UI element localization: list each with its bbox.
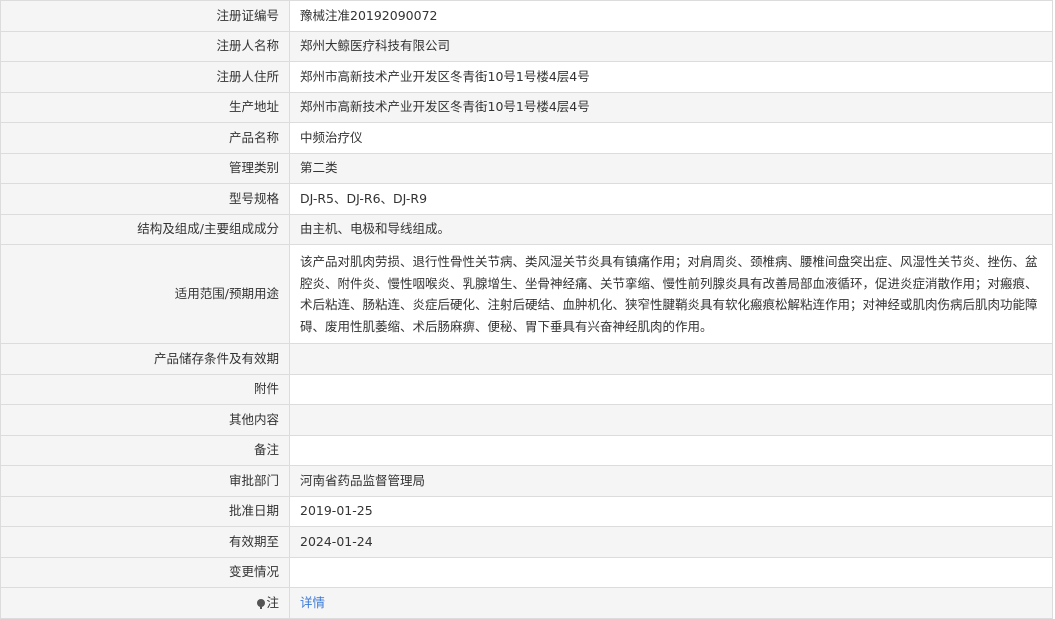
table-row: 产品名称 中频治疗仪 (0, 122, 1053, 154)
table-row: 管理类别 第二类 (0, 152, 1053, 184)
field-value: 2024-01-24 (289, 526, 1053, 558)
table-row: 其他内容 (0, 404, 1053, 436)
field-label: 审批部门 (0, 465, 290, 497)
table-row: 结构及组成/主要组成成分 由主机、电极和导线组成。 (0, 213, 1053, 245)
table-row: 注册证编号 豫械注准20192090072 (0, 0, 1053, 32)
table-row: 有效期至 2024-01-24 (0, 526, 1053, 558)
field-value (289, 434, 1053, 466)
table-row: 注册人住所 郑州市高新技术产业开发区冬青街10号1号楼4层4号 (0, 61, 1053, 93)
table-row: 注册人名称 郑州大鲸医疗科技有限公司 (0, 30, 1053, 62)
field-value: 豫械注准20192090072 (289, 0, 1053, 32)
pin-icon (257, 598, 266, 609)
table-row: 变更情况 (0, 556, 1053, 588)
field-label: 产品储存条件及有效期 (0, 343, 290, 375)
field-label: 结构及组成/主要组成成分 (0, 213, 290, 245)
field-value: 郑州市高新技术产业开发区冬青街10号1号楼4层4号 (289, 91, 1053, 123)
field-value (289, 556, 1053, 588)
note-label-cell: 注 (0, 587, 290, 619)
field-label: 管理类别 (0, 152, 290, 184)
field-label: 附件 (0, 373, 290, 405)
detail-link[interactable]: 详情 (300, 595, 325, 610)
table-row: 型号规格 DJ-R5、DJ-R6、DJ-R9 (0, 183, 1053, 215)
table-row: 生产地址 郑州市高新技术产业开发区冬青街10号1号楼4层4号 (0, 91, 1053, 123)
field-label: 批准日期 (0, 495, 290, 527)
field-label: 有效期至 (0, 526, 290, 558)
field-value: 郑州市高新技术产业开发区冬青街10号1号楼4层4号 (289, 61, 1053, 93)
field-label: 型号规格 (0, 183, 290, 215)
field-label: 其他内容 (0, 404, 290, 436)
field-label: 备注 (0, 434, 290, 466)
field-value (289, 373, 1053, 405)
field-label: 适用范围/预期用途 (0, 244, 290, 344)
field-value: DJ-R5、DJ-R6、DJ-R9 (289, 183, 1053, 215)
field-value (289, 404, 1053, 436)
table-row: 附件 (0, 373, 1053, 405)
field-value: 2019-01-25 (289, 495, 1053, 527)
field-value: 郑州大鲸医疗科技有限公司 (289, 30, 1053, 62)
field-value: 中频治疗仪 (289, 122, 1053, 154)
registration-record-table: 注册证编号 豫械注准20192090072 注册人名称 郑州大鲸医疗科技有限公司… (0, 0, 1053, 619)
table-row: 适用范围/预期用途 该产品对肌肉劳损、退行性骨性关节病、类风湿关节炎具有镇痛作用… (0, 244, 1053, 344)
table-row: 备注 (0, 434, 1053, 466)
field-value: 第二类 (289, 152, 1053, 184)
field-value: 该产品对肌肉劳损、退行性骨性关节病、类风湿关节炎具有镇痛作用；对肩周炎、颈椎病、… (289, 244, 1053, 344)
field-value (289, 343, 1053, 375)
note-label: 注 (266, 594, 279, 610)
field-label: 注册证编号 (0, 0, 290, 32)
table-row: 产品储存条件及有效期 (0, 343, 1053, 375)
field-label: 注册人名称 (0, 30, 290, 62)
field-label: 产品名称 (0, 122, 290, 154)
field-value: 河南省药品监督管理局 (289, 465, 1053, 497)
table-row: 注 详情 (0, 587, 1053, 619)
field-label: 生产地址 (0, 91, 290, 123)
table-row: 批准日期 2019-01-25 (0, 495, 1053, 527)
field-label: 注册人住所 (0, 61, 290, 93)
table-row: 审批部门 河南省药品监督管理局 (0, 465, 1053, 497)
field-value: 由主机、电极和导线组成。 (289, 213, 1053, 245)
note-value-cell: 详情 (289, 587, 1053, 619)
field-label: 变更情况 (0, 556, 290, 588)
